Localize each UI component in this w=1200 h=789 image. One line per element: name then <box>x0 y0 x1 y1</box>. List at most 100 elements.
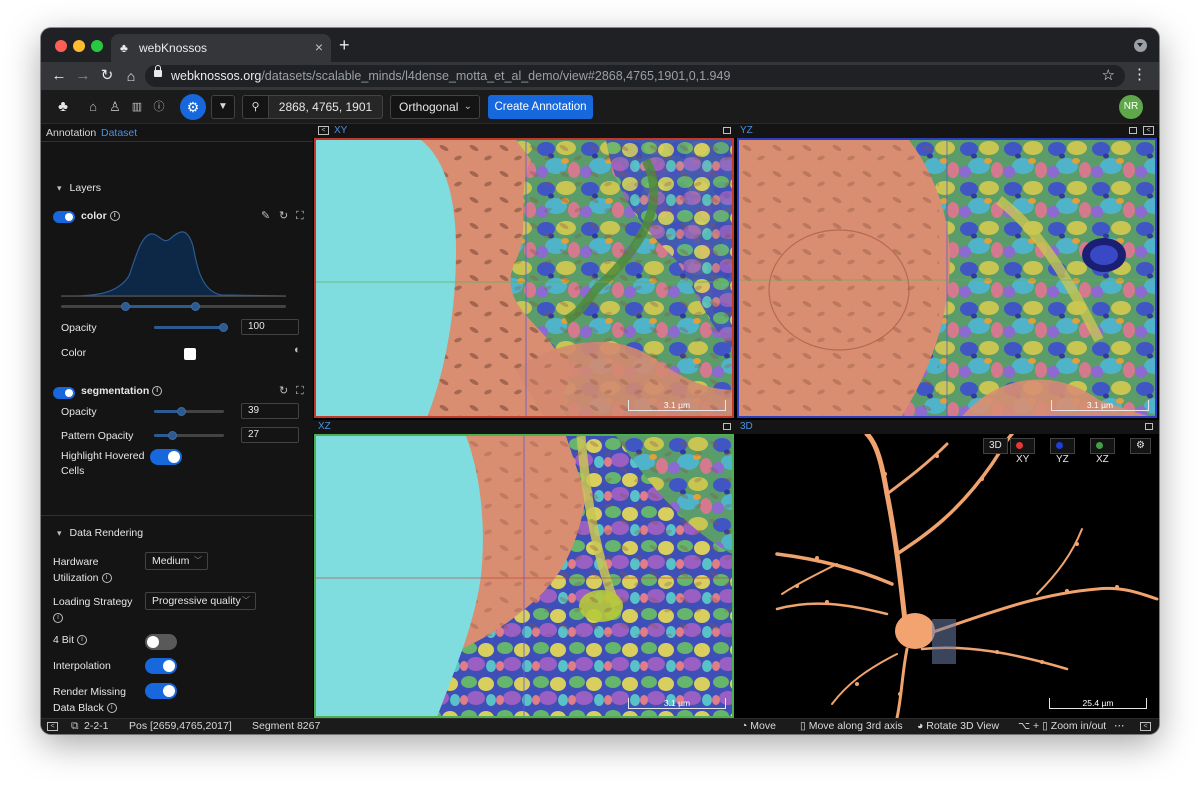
collapse-right-panel-icon[interactable]: < <box>1140 722 1151 731</box>
legend-xy[interactable]: XY <box>1010 438 1036 465</box>
maximize-icon[interactable] <box>1145 423 1153 430</box>
reload-layer-icon[interactable]: ↻ <box>279 385 288 397</box>
tab-title: webKnossos <box>139 41 208 55</box>
segmentation-opacity-slider[interactable] <box>154 407 224 416</box>
pattern-opacity-label: Pattern Opacity <box>61 430 134 442</box>
info-icon[interactable]: i <box>77 635 88 646</box>
maximize-icon[interactable] <box>723 423 731 430</box>
render-missing-toggle[interactable] <box>145 683 177 699</box>
histogram-min-handle[interactable] <box>121 302 130 311</box>
info-icon[interactable]: i <box>53 613 63 624</box>
loading-strategy-text: Loading Strategy <box>53 596 133 608</box>
highlight-hovered-label: Highlight Hovered Cells <box>61 449 144 479</box>
help-nav-icon[interactable]: ⓘ <box>151 98 167 116</box>
address-bar[interactable]: webknossos.org/datasets/scalable_minds/l… <box>145 65 1125 87</box>
reload-layer-icon[interactable]: ↻ <box>279 210 288 222</box>
slider-handle[interactable] <box>219 323 228 332</box>
url-host: webknossos.org <box>171 69 262 83</box>
browser-toolbar: ← → ↻ ⌂ webknossos.org/datasets/scalable… <box>41 62 1159 90</box>
fit-histogram-icon[interactable]: ⛶ <box>296 210 304 222</box>
webknossos-logo-icon[interactable]: ♣ <box>55 98 71 116</box>
legend-yz[interactable]: YZ <box>1050 438 1075 465</box>
hardware-value: Medium <box>152 555 190 567</box>
user-avatar[interactable]: NR <box>1119 95 1143 119</box>
legend-xz[interactable]: XZ <box>1090 438 1115 465</box>
histogram-chart[interactable] <box>61 226 286 301</box>
slider-handle[interactable] <box>168 431 177 440</box>
forward-icon[interactable]: → <box>73 66 93 86</box>
zoom-window-button[interactable] <box>91 40 103 52</box>
status-bar: < ⧉ 2-2-1 Pos [2659,4765,2017] Segment 8… <box>41 718 1159 734</box>
pin-position-button[interactable]: ⚲ <box>242 95 268 119</box>
tab-dataset[interactable]: Dataset <box>101 127 137 139</box>
create-annotation-button[interactable]: Create Annotation <box>488 95 593 119</box>
settings-3d-icon[interactable]: ⚙ <box>1130 438 1151 454</box>
color-opacity-slider[interactable] <box>154 323 228 332</box>
interpolation-toggle[interactable] <box>145 658 177 674</box>
new-tab-icon[interactable]: + <box>339 35 350 55</box>
menu-dropdown-button[interactable]: ▼ <box>211 95 235 119</box>
rotate-hint: ◕ Rotate 3D View <box>917 719 999 734</box>
maximize-icon[interactable] <box>1129 127 1137 134</box>
bookmark-star-icon[interactable]: ☆ <box>1102 66 1115 84</box>
close-tab-icon[interactable]: × <box>315 39 323 55</box>
maximize-icon[interactable] <box>723 127 731 134</box>
histogram-max-handle[interactable] <box>191 302 200 311</box>
users-nav-icon[interactable]: ♙ <box>107 98 123 116</box>
collapse-panel-icon[interactable]: < <box>1143 126 1154 135</box>
pattern-opacity-slider[interactable] <box>154 431 224 440</box>
segmentation-layer-toggle[interactable] <box>53 387 75 399</box>
td-viewport[interactable]: 3D XY YZ XZ ⚙ 25.4 µm <box>737 434 1159 718</box>
hardware-utilization-select[interactable]: Medium ﹀ <box>145 552 208 570</box>
xz-em-image <box>316 436 732 716</box>
histogram-range-slider[interactable] <box>61 302 286 311</box>
data-rendering-section-header[interactable]: ▾ Data Rendering <box>57 527 143 539</box>
settings-gear-button[interactable]: ⚙ <box>180 94 206 120</box>
segmentation-layer-label: segmentation <box>81 385 150 397</box>
info-icon[interactable]: i <box>101 573 112 584</box>
edit-icon[interactable]: ✎ <box>261 210 270 222</box>
color-opacity-input[interactable]: 100 <box>241 319 299 335</box>
hardware-label-line1: Hardware <box>53 556 99 568</box>
yz-viewport[interactable]: 3.1 µm <box>737 138 1157 418</box>
legend-3d-button[interactable]: 3D <box>983 438 1008 454</box>
color-swatch[interactable] <box>184 348 196 360</box>
segmentation-layer-name: segmentation i <box>81 385 163 397</box>
color-layer-toggle[interactable] <box>53 211 75 223</box>
more-icon[interactable]: ⋯ <box>1114 719 1125 734</box>
back-icon[interactable]: ← <box>49 66 69 86</box>
collapse-panel-icon[interactable]: < <box>318 126 329 135</box>
info-icon[interactable]: i <box>109 211 120 222</box>
layers-section-header[interactable]: ▾ Layers <box>57 182 101 194</box>
highlight-hovered-toggle[interactable] <box>150 449 182 465</box>
tab-search-icon[interactable] <box>1134 39 1147 52</box>
tab-annotation[interactable]: Annotation <box>46 127 96 139</box>
info-icon[interactable]: i <box>152 386 163 397</box>
pattern-opacity-input[interactable]: 27 <box>241 427 299 443</box>
minimize-window-button[interactable] <box>73 40 85 52</box>
slider-handle[interactable] <box>177 407 186 416</box>
view-mode-select[interactable]: Orthogonal ⌄ <box>390 95 480 119</box>
mouse-wheel-icon: ▯ <box>1042 720 1048 732</box>
browser-menu-icon[interactable]: ⋮ <box>1132 67 1147 83</box>
layers-title: Layers <box>69 182 102 194</box>
statistics-nav-icon[interactable]: ▥ <box>129 98 145 116</box>
info-icon[interactable]: i <box>106 703 117 714</box>
home-icon[interactable]: ⌂ <box>121 66 141 86</box>
invert-color-icon[interactable]: ◐ <box>294 344 301 356</box>
reload-icon[interactable]: ↻ <box>97 66 117 86</box>
segmentation-opacity-input[interactable]: 39 <box>241 403 299 419</box>
xy-em-image <box>316 140 732 416</box>
loading-strategy-select[interactable]: Progressive quality ﹀ <box>145 592 256 610</box>
close-window-button[interactable] <box>55 40 67 52</box>
four-bit-toggle[interactable] <box>145 634 177 650</box>
position-input[interactable]: 2868, 4765, 1901 <box>268 95 383 119</box>
xy-viewport[interactable]: 3.1 µm <box>314 138 734 418</box>
home-nav-icon[interactable]: ⌂ <box>85 98 101 116</box>
collapse-left-panel-icon[interactable]: < <box>47 722 58 731</box>
fit-icon[interactable]: ⛶ <box>296 385 304 397</box>
xz-viewport[interactable]: 3.1 µm <box>314 434 734 718</box>
xz-label: XZ <box>318 421 331 432</box>
app-header: ♣ ⌂ ♙ ▥ ⓘ ⚙ ▼ ⚲ 2868, 4765, 1901 Orthogo… <box>41 90 1159 124</box>
browser-tab[interactable]: ♣ webKnossos × <box>111 34 331 62</box>
